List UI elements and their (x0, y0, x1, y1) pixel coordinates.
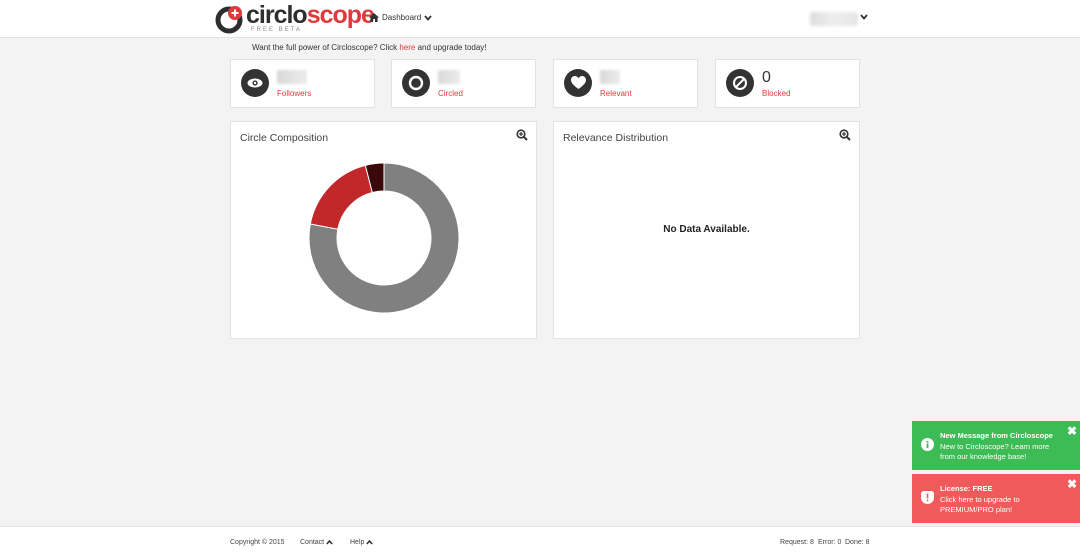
logo-mark-icon (215, 6, 243, 34)
relevance-distribution-title: Relevance Distribution (563, 132, 669, 144)
logo-primary-text: circlo (246, 1, 308, 29)
chevron-up-icon (366, 540, 374, 545)
stat-card-followers[interactable]: Followers (230, 59, 375, 108)
footer-contact-menu[interactable]: Contact (300, 539, 333, 546)
no-data-message: No Data Available. (663, 224, 750, 235)
stat-card-relevant[interactable]: Relevant (553, 59, 698, 108)
stat-value-blocked: 0 (762, 69, 771, 86)
copyright-text: Copyright © 2015 (230, 539, 285, 546)
alert-shield-icon (921, 491, 934, 504)
circle-composition-title: Circle Composition (240, 132, 329, 144)
stat-label-circled: Circled (438, 89, 463, 98)
donut-slice-1[interactable] (309, 164, 373, 230)
circle-composition-donut-chart (308, 162, 460, 314)
followers-value-redacted (277, 70, 307, 84)
footer-done-count: Done: 8 (845, 539, 870, 546)
top-header: circloscope FREE BETA Dashboard (0, 0, 1080, 38)
close-icon[interactable]: ✖ (1067, 478, 1077, 490)
eye-icon (241, 69, 269, 97)
contact-label: Contact (300, 539, 325, 546)
zoom-in-icon[interactable] (839, 129, 851, 141)
upgrade-promo: Want the full power of Circloscope? Clic… (252, 43, 487, 52)
notification-title: New Message from Circloscope (940, 431, 1053, 440)
heart-icon (564, 69, 592, 97)
home-icon (369, 13, 379, 22)
promo-text-after: and upgrade today! (415, 43, 487, 52)
promo-text-before: Want the full power of Circloscope? Clic… (252, 43, 400, 52)
info-icon (921, 438, 934, 451)
error-count-text: Error: 0 (818, 539, 842, 546)
notification-body: New to Circloscope? Learn more from our … (940, 441, 1050, 462)
stat-label-relevant: Relevant (600, 89, 632, 98)
relevant-value-redacted (600, 70, 620, 84)
footer-request-count: Request: 8 (780, 539, 814, 546)
relevance-distribution-panel: Relevance Distribution No Data Available… (553, 121, 860, 339)
footer-copyright: Copyright © 2015 (230, 539, 285, 546)
logo-subtitle: FREE BETA (251, 27, 302, 33)
logo-accent-text: scope (306, 1, 375, 29)
footer-error-count: Error: 0 (818, 539, 841, 546)
dashboard-menu-label: Dashboard (382, 13, 422, 22)
notification-license[interactable]: License: FREE Click here to upgrade to P… (912, 474, 1080, 523)
help-label: Help (350, 539, 365, 546)
promo-upgrade-link[interactable]: here (399, 43, 415, 52)
stat-card-circled[interactable]: Circled (391, 59, 536, 108)
circloscope-logo[interactable]: circloscope FREE BETA (215, 1, 375, 35)
circle-composition-panel: Circle Composition (230, 121, 537, 339)
zoom-in-icon[interactable] (516, 129, 528, 141)
stat-card-blocked[interactable]: 0 Blocked (715, 59, 860, 108)
dashboard-menu[interactable]: Dashboard (369, 13, 432, 22)
done-count-text: Done: 8 (845, 539, 870, 546)
notification-new-message[interactable]: New Message from Circloscope New to Circ… (912, 421, 1080, 470)
circle-icon (402, 69, 430, 97)
stat-label-blocked: Blocked (762, 89, 791, 98)
page-footer: Copyright © 2015 Contact Help Request: 8… (0, 526, 1080, 556)
chevron-up-icon (326, 540, 333, 545)
notification-body: Click here to upgrade to PREMIUM/PRO pla… (940, 494, 1020, 515)
chevron-down-icon (424, 14, 432, 21)
user-name-redacted[interactable] (810, 12, 858, 26)
request-count-text: Request: 8 (780, 539, 814, 546)
notification-title: License: FREE (940, 484, 993, 493)
stat-label-followers: Followers (277, 89, 312, 98)
blocked-icon (726, 69, 754, 97)
close-icon[interactable]: ✖ (1067, 425, 1077, 437)
logo-wordmark: circloscope (246, 1, 375, 29)
footer-help-menu[interactable]: Help (350, 539, 374, 546)
user-menu-chevron-icon[interactable] (860, 14, 868, 20)
circled-value-redacted (438, 70, 460, 84)
